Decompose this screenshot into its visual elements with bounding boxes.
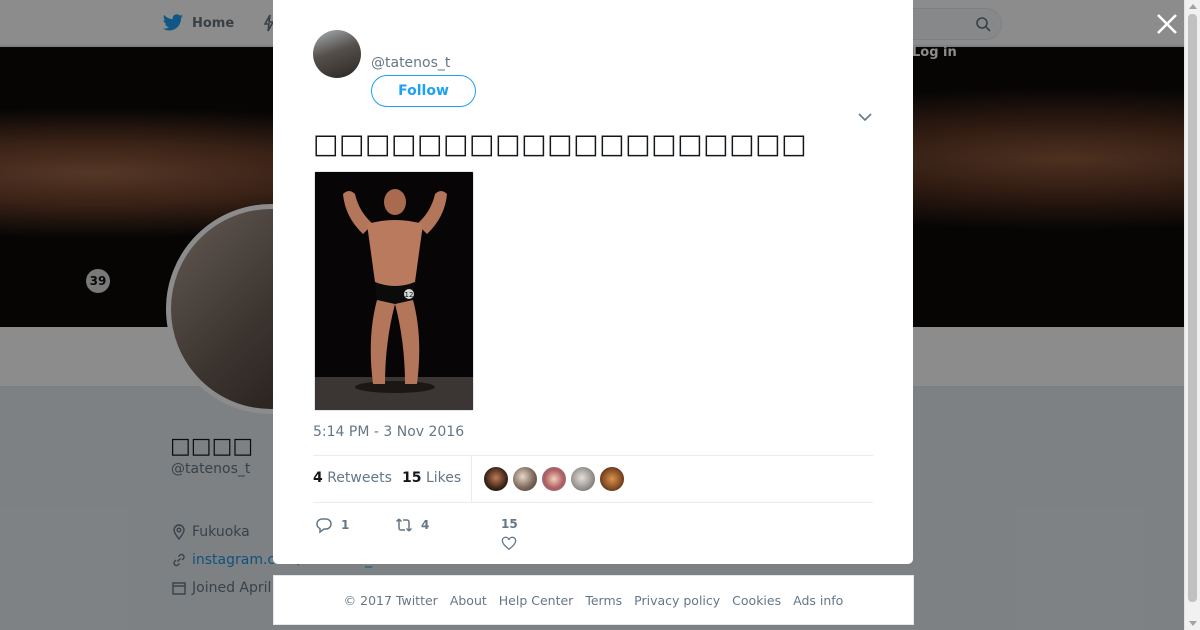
reply-button[interactable]: 1 <box>315 516 349 534</box>
close-icon[interactable] <box>1155 12 1179 36</box>
scroll-up-arrow-icon[interactable] <box>1189 4 1197 9</box>
heart-icon <box>502 536 517 551</box>
footer-link-ads-info[interactable]: Ads info <box>793 593 843 608</box>
tweet-stats: 4 Retweets 15 Likes <box>313 455 873 503</box>
like-button[interactable]: 15 <box>501 517 518 551</box>
follow-button[interactable]: Follow <box>371 75 476 107</box>
tweet-author-handle[interactable]: @tatenos_t <box>371 55 450 71</box>
tweet-text: □□□□□□□□□□□□□□□□□□□ <box>313 129 808 160</box>
scroll-down-arrow-icon[interactable] <box>1189 621 1197 626</box>
bodybuilder-photo-image: 12 <box>315 172 473 410</box>
retweet-button[interactable]: 4 <box>395 516 429 534</box>
chevron-down-icon[interactable] <box>858 112 872 122</box>
retweet-count: 4 <box>421 518 430 532</box>
retweets-count: 4 <box>313 470 323 486</box>
footer-copyright: © 2017 Twitter <box>343 592 438 608</box>
liker-avatar[interactable] <box>599 466 625 492</box>
footer-link-about[interactable]: About <box>450 593 487 608</box>
retweets-stat[interactable]: 4 Retweets <box>313 470 392 486</box>
liker-avatar[interactable] <box>483 466 509 492</box>
tweet-author-avatar[interactable] <box>313 30 361 78</box>
tweet-actions: 1 4 15 <box>313 514 873 554</box>
likes-label: Likes <box>425 470 462 486</box>
like-count: 15 <box>501 517 518 531</box>
likes-count: 15 <box>402 470 422 486</box>
likes-stat[interactable]: 15 Likes <box>402 470 461 486</box>
footer: © 2017 Twitter About Help Center Terms P… <box>273 575 914 625</box>
footer-link-cookies[interactable]: Cookies <box>732 593 781 608</box>
reply-count: 1 <box>341 518 350 532</box>
scrollbar-thumb[interactable] <box>1188 14 1197 602</box>
liker-avatar[interactable] <box>512 466 538 492</box>
liker-avatar[interactable] <box>541 466 567 492</box>
tweet-photo[interactable]: 12 <box>314 171 474 411</box>
footer-link-privacy-policy[interactable]: Privacy policy <box>634 593 720 608</box>
tweet-modal: @tatenos_t Follow □□□□□□□□□□□□□□□□□□□ 12… <box>273 0 913 564</box>
footer-link-help-center[interactable]: Help Center <box>499 593 574 608</box>
reply-icon <box>316 518 332 534</box>
tweet-timestamp[interactable]: 5:14 PM - 3 Nov 2016 <box>313 424 464 440</box>
liker-avatars <box>483 466 625 492</box>
photo-number-badge: 12 <box>405 291 414 299</box>
page-scrollbar[interactable] <box>1184 0 1200 630</box>
footer-link-terms[interactable]: Terms <box>585 593 622 608</box>
retweets-label: Retweets <box>327 470 392 486</box>
retweet-icon <box>395 518 413 532</box>
stats-divider <box>471 456 472 502</box>
liker-avatar[interactable] <box>570 466 596 492</box>
